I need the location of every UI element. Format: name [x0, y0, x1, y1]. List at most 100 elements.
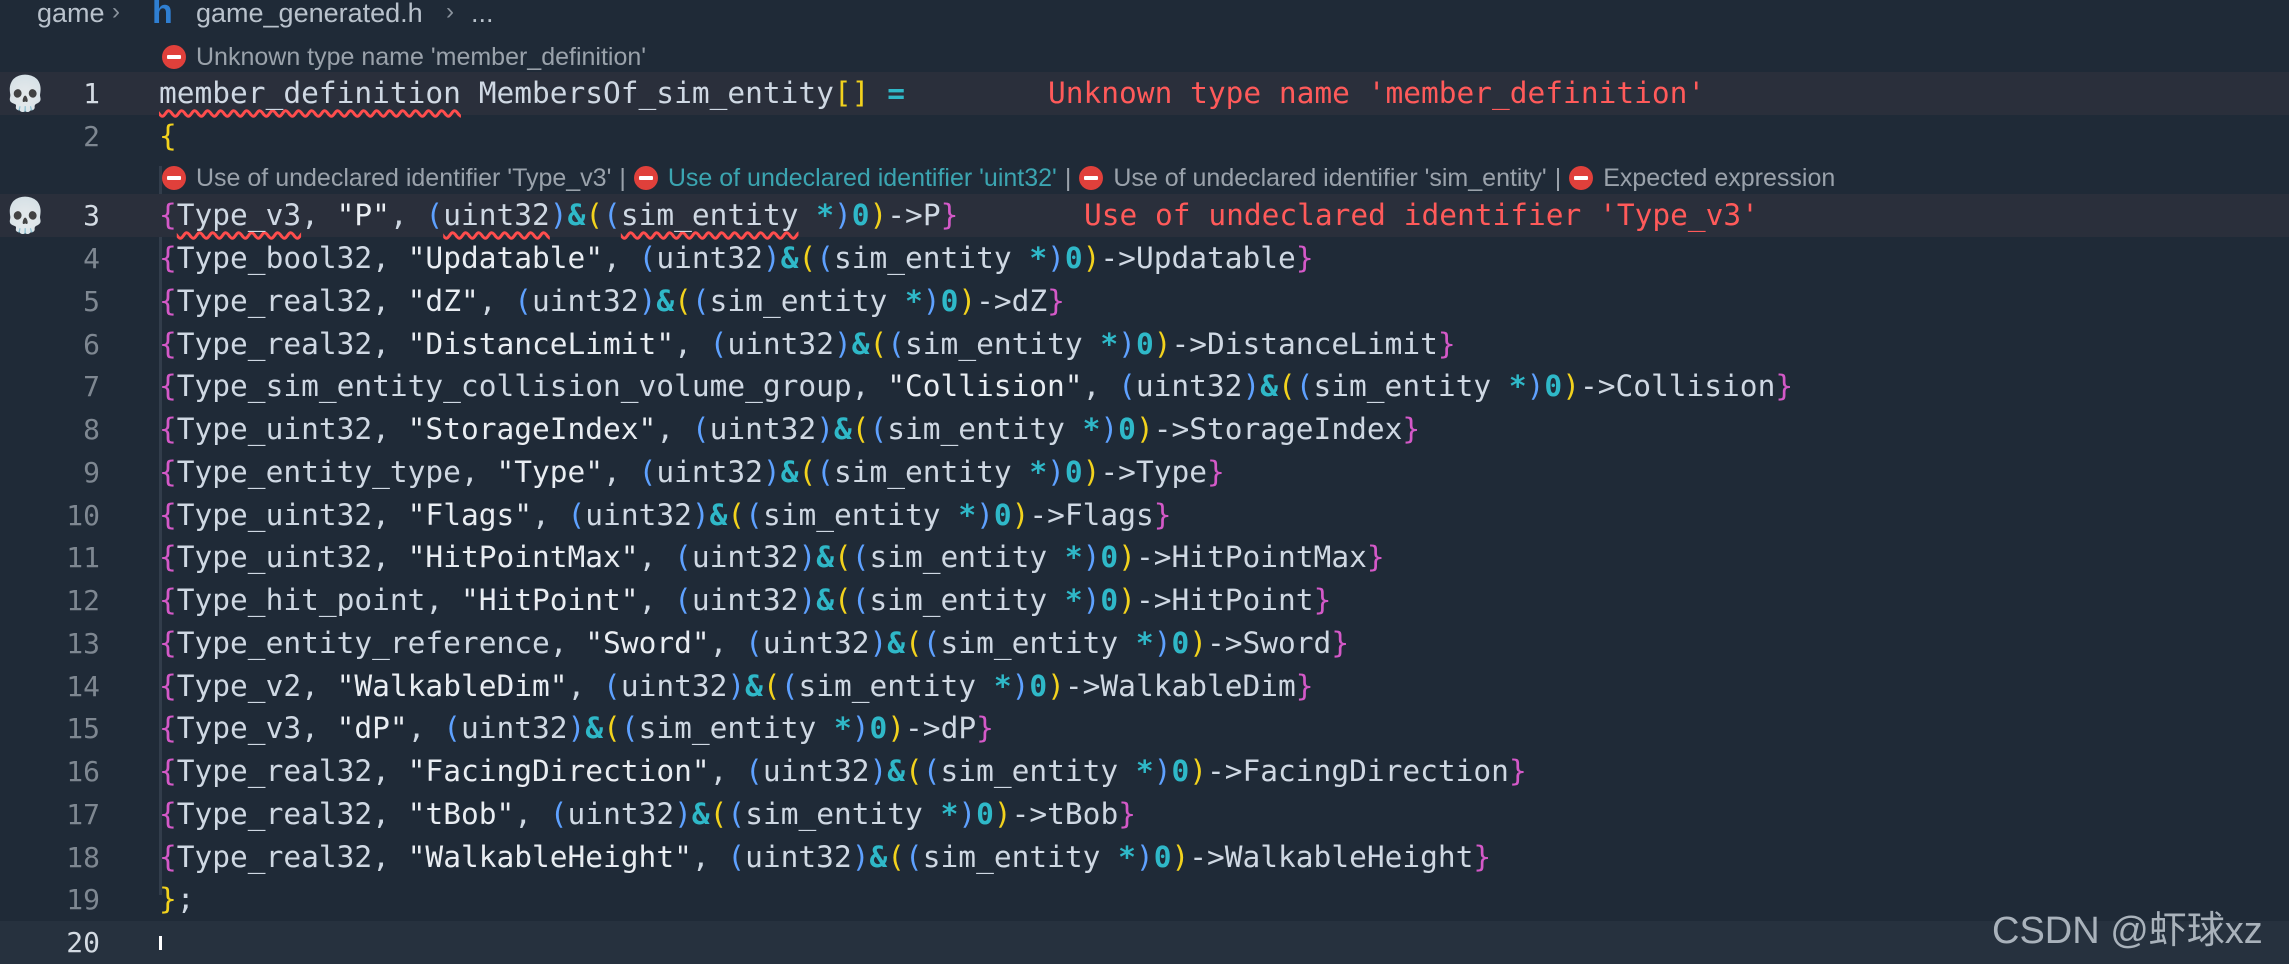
type-token: Type_real32: [176, 840, 373, 874]
inline-error-message: Unknown type name 'member_definition': [1048, 76, 1706, 110]
type-token: uint32: [727, 327, 834, 361]
code-text[interactable]: {Type_uint32, "StorageIndex", (uint32)&(…: [159, 408, 1420, 451]
breadcrumb-file[interactable]: game_generated.h: [196, 0, 423, 29]
code-text[interactable]: {Type_real32, "DistanceLimit", (uint32)&…: [159, 323, 1456, 366]
number-token: 0: [1064, 455, 1083, 489]
code-line-8[interactable]: 8 {Type_uint32, "StorageIndex", (uint32)&…: [0, 408, 2289, 451]
operator-token: ->: [887, 198, 923, 232]
type-token: uint32: [745, 840, 852, 874]
field-token: dZ: [1011, 284, 1048, 318]
code-line-14[interactable]: 14 {Type_v2, "WalkableDim", (uint32)&((si…: [0, 665, 2289, 708]
code-text[interactable]: {Type_real32, "dZ", (uint32)&((sim_entit…: [159, 280, 1065, 323]
type-token: Type_uint32: [176, 498, 373, 532]
string-token: "FacingDirection": [407, 754, 710, 788]
code-text[interactable]: {Type_entity_type, "Type", (uint32)&((si…: [159, 451, 1225, 494]
code-text[interactable]: {Type_real32, "FacingDirection", (uint32…: [159, 750, 1527, 793]
field-token: StorageIndex: [1189, 412, 1403, 446]
number-token: 0: [1118, 412, 1136, 446]
code-line-3[interactable]: 💀 3 {Type_v3, "P", (uint32)&((sim_entity…: [0, 194, 2289, 237]
code-text[interactable]: {Type_v2, "WalkableDim", (uint32)&((sim_…: [159, 665, 1314, 708]
chevron-right-icon: ›: [446, 0, 454, 25]
code-text[interactable]: };: [159, 878, 195, 921]
code-text[interactable]: {Type_v3, "P", (uint32)&((sim_entity *)0…: [159, 194, 958, 237]
type-token: Type_uint32: [176, 540, 373, 574]
code-line-20[interactable]: 20: [0, 921, 2289, 964]
type-token: sim_entity: [833, 241, 1012, 275]
type-token: Type_entity_type: [176, 455, 461, 489]
code-text[interactable]: {Type_entity_reference, "Sword", (uint32…: [159, 622, 1349, 665]
code-line-11[interactable]: 11 {Type_uint32, "HitPointMax", (uint32)&…: [0, 536, 2289, 579]
code-text[interactable]: {Type_sim_entity_collision_volume_group,…: [159, 365, 1793, 408]
code-text[interactable]: {Type_bool32, "Updatable", (uint32)&((si…: [159, 237, 1314, 280]
string-token: "DistanceLimit": [407, 327, 675, 361]
error-lens-separator: |: [1554, 164, 1562, 192]
type-token: uint32: [691, 540, 799, 574]
code-text[interactable]: {Type_real32, "WalkableHeight", (uint32)…: [159, 836, 1491, 879]
string-token: "tBob": [407, 797, 515, 831]
line-number: 7: [83, 370, 100, 403]
line-number: 20: [66, 926, 100, 959]
type-token: uint32: [532, 284, 639, 318]
line-number: 15: [66, 712, 100, 745]
code-line-12[interactable]: 12 {Type_hit_point, "HitPoint", (uint32)&…: [0, 579, 2289, 622]
number-token: 0: [976, 797, 994, 831]
breadcrumb-folder[interactable]: game: [37, 0, 105, 29]
number-token: 0: [940, 284, 959, 318]
code-line-7[interactable]: 7 {Type_sim_entity_collision_volume_group…: [0, 365, 2289, 408]
code-text[interactable]: {Type_hit_point, "HitPoint", (uint32)&((…: [159, 579, 1331, 622]
error-lens-message: Expected expression: [1603, 164, 1836, 192]
code-line-2[interactable]: 2 {: [0, 115, 2289, 158]
code-line-16[interactable]: 16 {Type_real32, "FacingDirection", (uint…: [0, 750, 2289, 793]
code-line-5[interactable]: 5 {Type_real32, "dZ", (uint32)&((sim_enti…: [0, 280, 2289, 323]
type-token: sim_entity: [905, 327, 1083, 361]
code-line-17[interactable]: 17 {Type_real32, "tBob", (uint32)&((sim_e…: [0, 793, 2289, 836]
code-line-4[interactable]: 4 {Type_bool32, "Updatable", (uint32)&((s…: [0, 237, 2289, 280]
number-token: 0: [1171, 754, 1190, 788]
string-token: "HitPointMax": [407, 540, 639, 574]
code-line-13[interactable]: 13 {Type_entity_reference, "Sword", (uint…: [0, 622, 2289, 665]
type-token: uint32: [762, 754, 870, 788]
skull-icon[interactable]: 💀: [4, 76, 46, 112]
type-token: sim_entity: [638, 711, 817, 745]
error-lens-message[interactable]: Use of undeclared identifier 'uint32': [668, 164, 1057, 192]
code-line-6[interactable]: 6 {Type_real32, "DistanceLimit", (uint32)…: [0, 323, 2289, 366]
code-text[interactable]: {: [159, 115, 177, 158]
operator-token: =: [869, 76, 905, 110]
code-line-15[interactable]: 15 {Type_v3, "dP", (uint32)&((sim_entity …: [0, 707, 2289, 750]
field-token: P: [922, 198, 941, 232]
code-text[interactable]: {Type_v3, "dP", (uint32)&((sim_entity *)…: [159, 707, 994, 750]
code-text[interactable]: {Type_real32, "tBob", (uint32)&((sim_ent…: [159, 793, 1136, 836]
code-line-10[interactable]: 10 {Type_uint32, "Flags", (uint32)&((sim_…: [0, 494, 2289, 537]
text-cursor: [159, 936, 162, 950]
type-token: uint32: [460, 711, 568, 745]
operator-token: ->: [1100, 241, 1136, 275]
error-icon: [162, 45, 186, 69]
number-token: 0: [851, 198, 870, 232]
field-token: HitPoint: [1171, 583, 1314, 617]
line-number: 16: [66, 755, 100, 788]
code-text[interactable]: {Type_uint32, "Flags", (uint32)&((sim_en…: [159, 494, 1171, 537]
line-number: 4: [83, 242, 100, 275]
code-line-18[interactable]: 18 {Type_real32, "WalkableHeight", (uint3…: [0, 836, 2289, 879]
code-text[interactable]: member_definition MembersOf_sim_entity[]…: [159, 72, 905, 115]
line-number: 17: [66, 798, 100, 831]
type-token: Type_bool32: [176, 241, 373, 275]
code-line-1[interactable]: 💀 1 member_definition MembersOf_sim_enti…: [0, 72, 2289, 115]
code-text[interactable]: {Type_uint32, "HitPointMax", (uint32)&((…: [159, 536, 1385, 579]
operator-token: ->: [1189, 840, 1225, 874]
line-number: 2: [83, 120, 100, 153]
type-token: uint32: [567, 797, 675, 831]
type-token: Type_v3: [176, 711, 302, 745]
type-token: Type_entity_reference: [176, 626, 550, 660]
type-token: sim_entity: [922, 840, 1101, 874]
type-token: uint32: [656, 455, 763, 489]
code-line-9[interactable]: 9 {Type_entity_type, "Type", (uint32)&((s…: [0, 451, 2289, 494]
field-token: FacingDirection: [1242, 754, 1509, 788]
number-token: 0: [1064, 241, 1083, 275]
number-token: 0: [1153, 840, 1172, 874]
type-token: uint32: [1135, 369, 1243, 403]
code-line-19[interactable]: 19 };: [0, 878, 2289, 921]
breadcrumb-symbols[interactable]: ...: [471, 0, 494, 29]
type-token: Type_real32: [176, 754, 373, 788]
skull-icon[interactable]: 💀: [4, 198, 46, 234]
